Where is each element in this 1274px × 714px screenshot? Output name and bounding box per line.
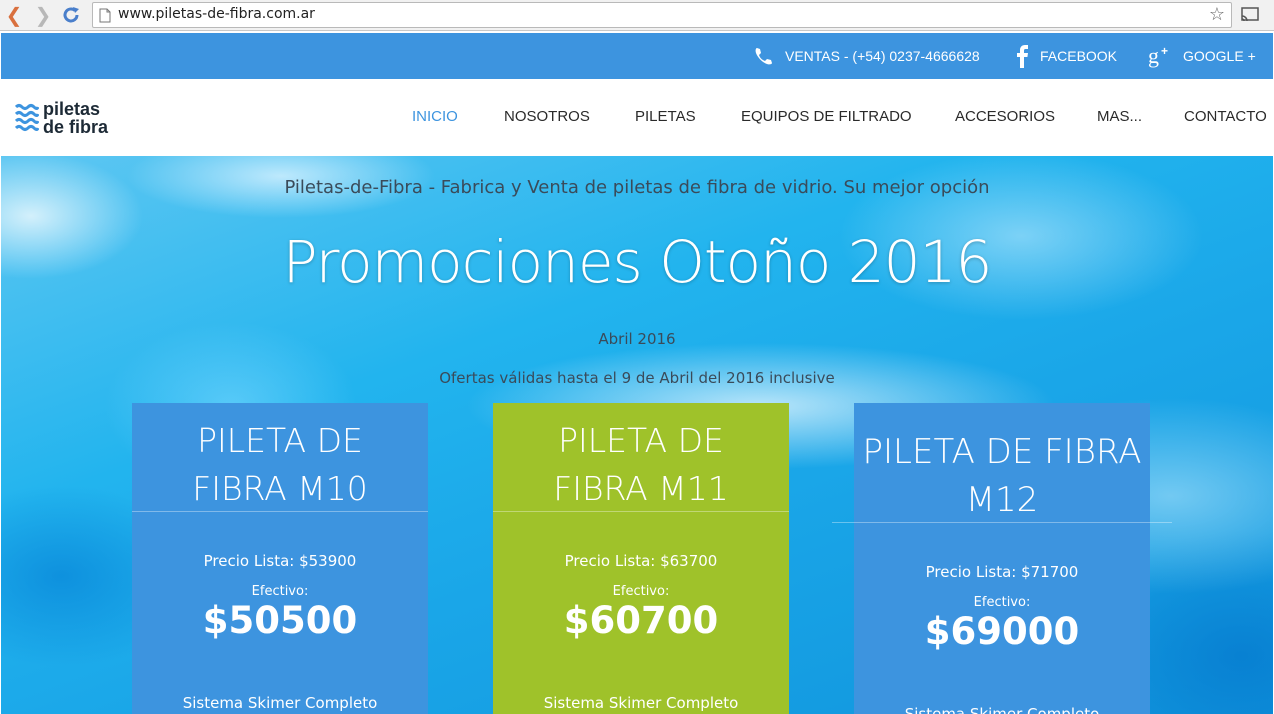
hero-tagline: Piletas-de-Fibra - Fabrica y Venta de pi… [284,177,990,198]
product-feature: Sistema Skimer Completo [904,705,1100,714]
product-card-title: PILETA DE FIBRA M12 [854,428,1150,524]
sales-phone-label: VENTAS - (+54) 0237-4666628 [785,48,980,64]
facebook-link[interactable]: FACEBOOK [1014,33,1117,79]
facebook-label: FACEBOOK [1040,48,1118,64]
product-cash-price: $69000 [924,610,1080,653]
url-text[interactable]: www.piletas-de-fibra.com.ar [118,6,315,22]
product-cash-label: Efectivo: [612,584,670,599]
nav-item-inicio[interactable]: INICIO [412,108,458,125]
facebook-icon [1017,45,1028,68]
nav-item-mas[interactable]: MAS... [1097,108,1142,125]
nav-item-piletas[interactable]: PILETAS [635,108,696,125]
sales-phone-link[interactable]: VENTAS - (+54) 0237-4666628 [753,33,980,79]
browser-toolbar: ❮ ❯ www.piletas-de-fibra.com.ar ☆ [0,0,1274,31]
hero-offer-note: Ofertas válidas hasta el 9 de Abril del … [439,369,835,387]
product-cash-price: $60700 [563,599,719,642]
back-icon[interactable]: ❮ [3,4,25,26]
product-cash-label: Efectivo: [251,584,309,599]
nav-item-nosotros[interactable]: NOSOTROS [504,108,590,125]
logo-text-line2: de fibra [43,117,109,137]
product-card-m11[interactable]: PILETA DE FIBRA M11 Precio Lista: $63700… [493,403,789,714]
card-divider [832,522,1172,523]
waves-logo-icon [15,104,39,131]
product-feature: Sistema Skimer Completo [543,694,739,712]
page-icon [99,8,111,23]
product-card-title-line1: PILETA DE [558,421,724,460]
card-divider [132,511,428,512]
nav-item-equipos-de-filtrado[interactable]: EQUIPOS DE FILTRADO [741,108,912,125]
product-cash-label: Efectivo: [973,595,1031,610]
product-card-title-line1: PILETA DE [197,421,363,460]
card-divider [493,511,789,512]
product-card-title-line2: M12 [965,480,1039,520]
nav-item-contacto[interactable]: CONTACTO [1184,108,1267,125]
top-info-bar: VENTAS - (+54) 0237-4666628 FACEBOOK g +… [1,33,1273,79]
hero-date: Abril 2016 [598,330,676,348]
hero-title: Promociones Otoño 2016 [282,228,993,296]
main-navbar: piletas de fibra INICIO NOSOTROS PILETAS… [1,79,1273,156]
forward-icon[interactable]: ❯ [32,4,54,26]
address-bar[interactable]: www.piletas-de-fibra.com.ar ☆ [92,2,1232,28]
product-card-title-line2: FIBRA M11 [553,469,729,508]
svg-text:g: g [1148,43,1159,68]
product-card-title: PILETA DE FIBRA M10 [132,417,428,513]
product-card-title: PILETA DE FIBRA M11 [493,417,789,513]
product-card-m12[interactable]: PILETA DE FIBRA M12 Precio Lista: $71700… [832,403,1172,714]
svg-text:+: + [1161,44,1168,58]
product-cash-price: $50500 [202,599,358,642]
product-card-m10[interactable]: PILETA DE FIBRA M10 Precio Lista: $53900… [132,403,428,714]
google-plus-link[interactable]: g + GOOGLE + [1147,33,1256,79]
product-feature: Sistema Skimer Completo [182,694,378,712]
reload-icon[interactable] [60,4,82,26]
product-card-title-line1: PILETA DE FIBRA [862,432,1142,472]
product-card-title-line2: FIBRA M10 [192,469,368,508]
logo-text-line1: piletas [43,99,101,119]
cast-icon[interactable] [1240,6,1260,24]
product-list-price: Precio Lista: $53900 [203,552,357,570]
product-list-price: Precio Lista: $71700 [925,563,1079,581]
google-plus-icon: g + [1148,43,1168,68]
phone-icon [755,48,772,65]
site-logo[interactable]: piletas de fibra [15,99,115,139]
nav-item-accesorios[interactable]: ACCESORIOS [955,108,1055,125]
bookmark-star-icon[interactable]: ☆ [1209,4,1225,25]
hero-section: Piletas-de-Fibra - Fabrica y Venta de pi… [1,156,1273,714]
product-list-price: Precio Lista: $63700 [564,552,718,570]
google-plus-label: GOOGLE + [1183,48,1256,64]
